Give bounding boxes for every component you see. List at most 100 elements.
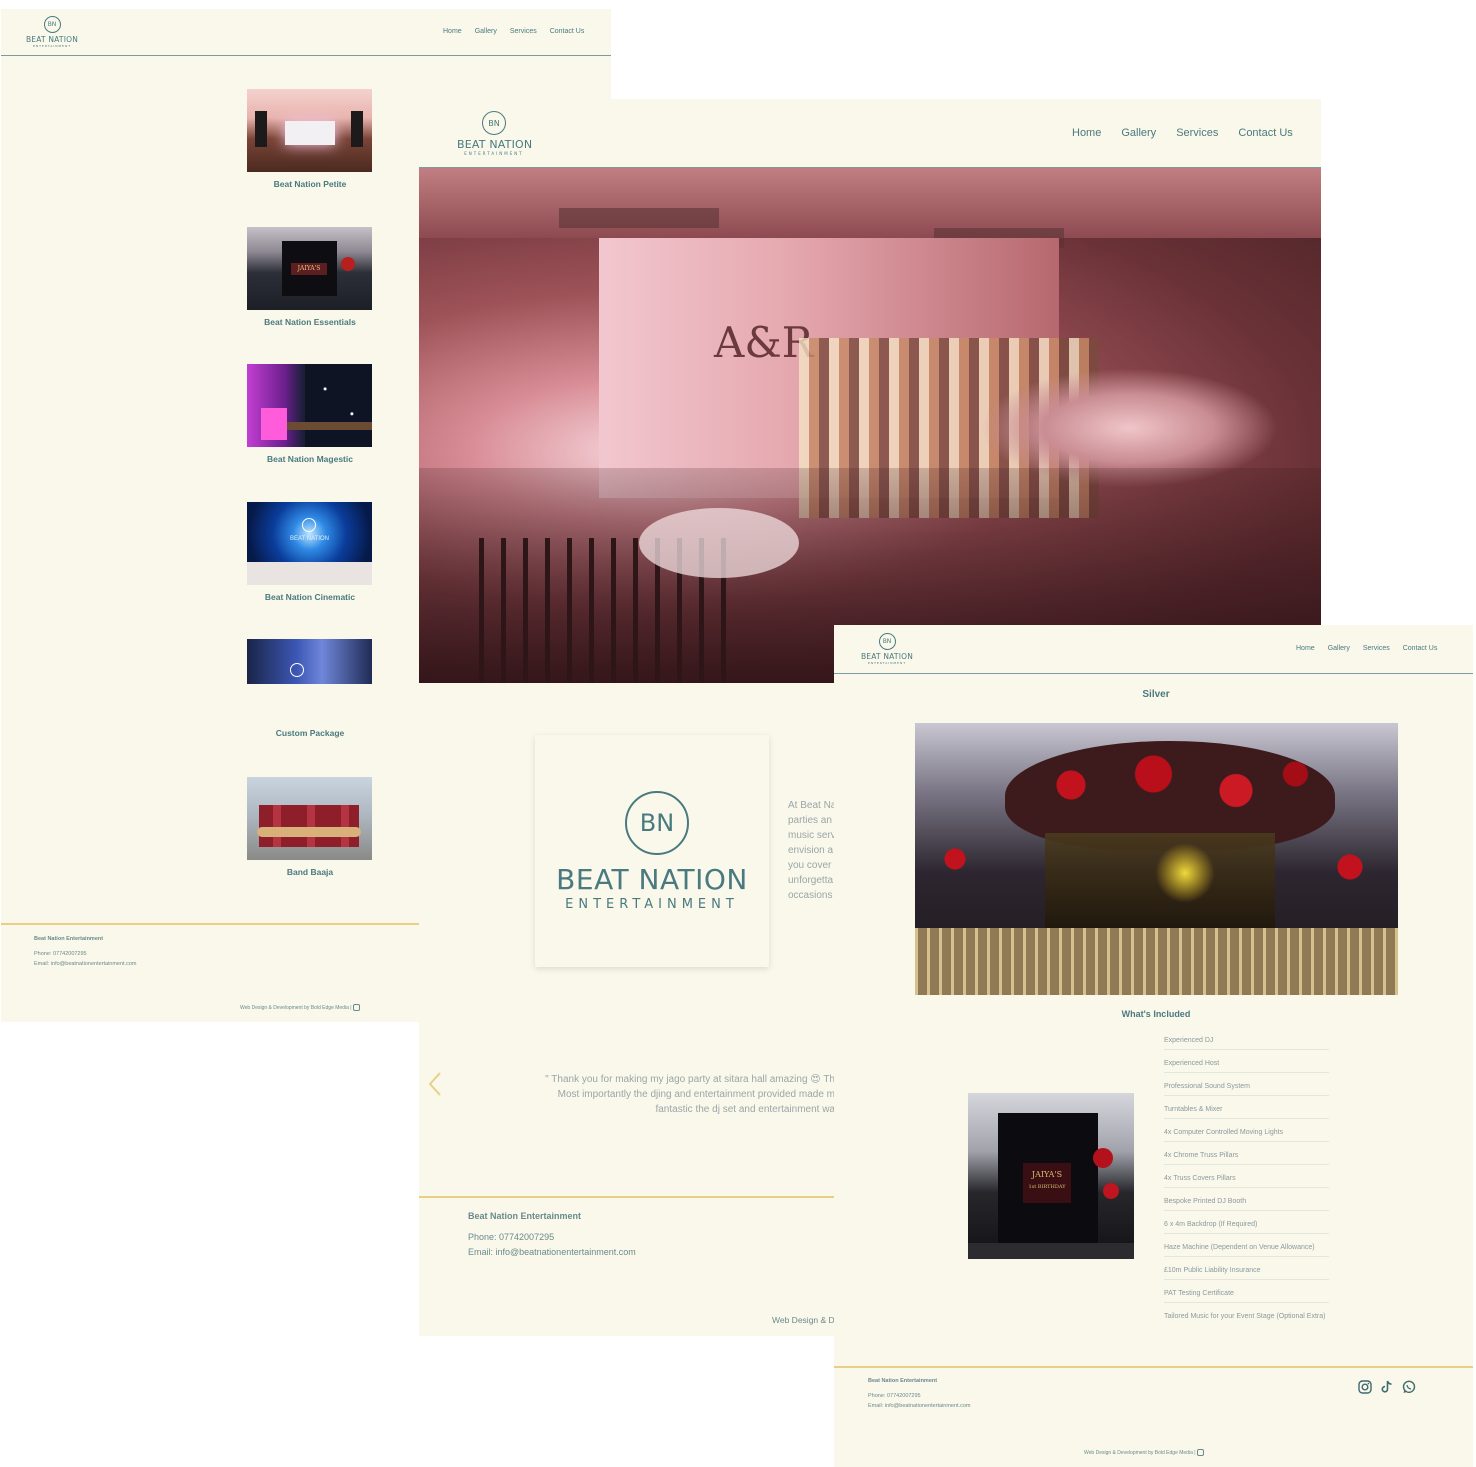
about-line: At Beat Na xyxy=(788,800,837,811)
tiktok-icon[interactable] xyxy=(1380,1380,1394,1394)
package-label: Beat Nation Magestic xyxy=(267,454,353,464)
instagram-icon[interactable] xyxy=(352,1004,360,1011)
included-item: Bespoke Printed DJ Booth xyxy=(1164,1198,1329,1211)
package-photo xyxy=(247,639,372,684)
credit-text[interactable]: Web Design & Development by Bold Edge Me… xyxy=(1084,1450,1196,1456)
main-nav: Home Gallery Services Contact Us xyxy=(1296,645,1437,652)
footer-divider xyxy=(834,1366,1473,1368)
about-line: envision a xyxy=(788,845,834,856)
included-item: Turntables & Mixer xyxy=(1164,1106,1329,1119)
nav-contact[interactable]: Contact Us xyxy=(1238,127,1292,139)
logo-monogram: BN xyxy=(625,791,689,855)
footer: Beat Nation Entertainment Phone: 0774200… xyxy=(468,1209,636,1260)
footer-credit: Web Design & Development by Bold Edge Me… xyxy=(240,1004,360,1011)
footer-email: Email: info@beatnationentertainment.com xyxy=(868,1403,971,1409)
package-label: Beat Nation Essentials xyxy=(264,317,356,327)
about-line: you cover xyxy=(788,860,832,871)
package-photo: BEAT NATION xyxy=(247,502,372,585)
included-item: Haze Machine (Dependent on Venue Allowan… xyxy=(1164,1244,1329,1257)
footer-email: Email: info@beatnationentertainment.com xyxy=(34,961,137,967)
package-label: Band Baaja xyxy=(286,867,334,877)
chevron-left-icon xyxy=(428,1072,441,1096)
logo-sub: ENTERTAINMENT xyxy=(565,897,739,912)
logo-monogram: BN xyxy=(43,16,61,33)
included-item: £10m Public Liability Insurance xyxy=(1164,1267,1329,1280)
logo-name: BEAT NATION xyxy=(860,652,914,661)
main-nav: Home Gallery Services Contact Us xyxy=(443,28,584,35)
about-text: At Beat Na parties an music serv envisio… xyxy=(788,798,836,903)
included-item: 4x Truss Covers Pillars xyxy=(1164,1175,1329,1188)
about-logo-card: BN BEAT NATION ENTERTAINMENT xyxy=(535,735,769,967)
about-line: occasions xyxy=(788,890,833,901)
included-item: 4x Chrome Truss Pillars xyxy=(1164,1152,1329,1165)
nav-services[interactable]: Services xyxy=(1176,127,1218,139)
header: BN BEAT NATION ENTERTAINMENT Home Galler… xyxy=(1,9,611,56)
logo-name: BEAT NATION xyxy=(25,35,79,44)
package-card-magestic[interactable]: Beat Nation Magestic xyxy=(247,364,373,464)
nav-home[interactable]: Home xyxy=(1296,645,1315,652)
photo-subtitle: 1st BIRTHDAY xyxy=(1028,1184,1066,1190)
nav-gallery[interactable]: Gallery xyxy=(1328,645,1350,652)
included-item: Experienced DJ xyxy=(1164,1037,1329,1050)
testimonial-line: fantastic the dj set and entertainment w… xyxy=(655,1104,835,1115)
package-label: Beat Nation Petite xyxy=(273,179,347,189)
package-photo: JAIYA'S xyxy=(247,227,372,310)
footer: Beat Nation Entertainment Phone: 0774200… xyxy=(34,934,137,969)
included-item: Professional Sound System xyxy=(1164,1083,1329,1096)
testimonial-line: " Thank you for making my jago party at … xyxy=(545,1074,835,1085)
footer: Beat Nation Entertainment Phone: 0774200… xyxy=(868,1376,971,1411)
social-links xyxy=(1358,1380,1416,1394)
nav-gallery[interactable]: Gallery xyxy=(475,28,497,35)
site-logo[interactable]: BN BEAT NATION ENTERTAINMENT xyxy=(25,16,79,48)
package-card-custom[interactable]: Custom Package xyxy=(247,639,373,738)
instagram-icon[interactable] xyxy=(1358,1380,1372,1394)
logo-sub: ENTERTAINMENT xyxy=(32,44,72,48)
nav-services[interactable]: Services xyxy=(510,28,537,35)
footer-credit: Web Design & Development by Bold Edge Me… xyxy=(1084,1449,1204,1456)
package-card-band-baaja[interactable]: Band Baaja xyxy=(247,777,373,877)
whatsapp-icon[interactable] xyxy=(1402,1380,1416,1394)
nav-contact[interactable]: Contact Us xyxy=(1403,645,1438,652)
main-nav: Home Gallery Services Contact Us xyxy=(1072,127,1293,139)
testimonial: " Thank you for making my jago party at … xyxy=(519,1072,835,1117)
nav-home[interactable]: Home xyxy=(1072,127,1101,139)
logo-name: BEAT NATION xyxy=(556,863,748,896)
page-title: Silver xyxy=(1142,689,1170,700)
photo-title: JAIYA'S xyxy=(1031,1170,1063,1179)
site-logo[interactable]: BN BEAT NATION ENTERTAINMENT xyxy=(860,633,914,665)
package-photo xyxy=(247,364,372,447)
package-main-photo xyxy=(915,723,1398,995)
package-label: Beat Nation Cinematic xyxy=(264,592,356,602)
logo-sub: ENTERTAINMENT xyxy=(867,661,907,665)
hero-image: A&R xyxy=(419,168,1321,683)
logo-sub: ENTERTAINMENT xyxy=(464,151,524,156)
package-card-cinematic[interactable]: BEAT NATION Beat Nation Cinematic xyxy=(247,502,373,602)
logo-monogram: BN xyxy=(482,111,506,135)
footer-credit[interactable]: Web Design & D xyxy=(772,1315,835,1325)
footer-company: Beat Nation Entertainment xyxy=(34,936,104,942)
footer-phone: Phone: 07742007295 xyxy=(34,951,87,957)
testimonial-line: Most importantly the djing and entertain… xyxy=(557,1089,835,1100)
package-secondary-photo: JAIYA'S 1st BIRTHDAY xyxy=(968,1093,1134,1259)
carousel-prev-button[interactable] xyxy=(427,1071,443,1097)
nav-home[interactable]: Home xyxy=(443,28,462,35)
package-photo xyxy=(247,777,372,860)
footer-company: Beat Nation Entertainment xyxy=(468,1211,582,1221)
logo-monogram: BN xyxy=(878,633,896,650)
package-photo xyxy=(247,89,372,172)
nav-services[interactable]: Services xyxy=(1363,645,1390,652)
about-line: music serv xyxy=(788,830,836,841)
package-card-essentials[interactable]: JAIYA'S Beat Nation Essentials xyxy=(247,227,373,327)
package-label: Custom Package xyxy=(275,728,345,738)
instagram-icon[interactable] xyxy=(1196,1449,1204,1456)
credit-text[interactable]: Web Design & Development by Bold Edge Me… xyxy=(240,1005,352,1011)
included-item: Experienced Host xyxy=(1164,1060,1329,1073)
included-item: PAT Testing Certificate xyxy=(1164,1290,1329,1303)
nav-gallery[interactable]: Gallery xyxy=(1121,127,1156,139)
site-logo[interactable]: BN BEAT NATION ENTERTAINMENT xyxy=(457,111,532,156)
silver-package-screenshot: BN BEAT NATION ENTERTAINMENT Home Galler… xyxy=(834,625,1473,1467)
nav-contact[interactable]: Contact Us xyxy=(550,28,585,35)
included-item: 4x Computer Controlled Moving Lights xyxy=(1164,1129,1329,1142)
package-card-petite[interactable]: Beat Nation Petite xyxy=(247,89,373,189)
footer-phone: Phone: 07742007295 xyxy=(468,1232,555,1242)
